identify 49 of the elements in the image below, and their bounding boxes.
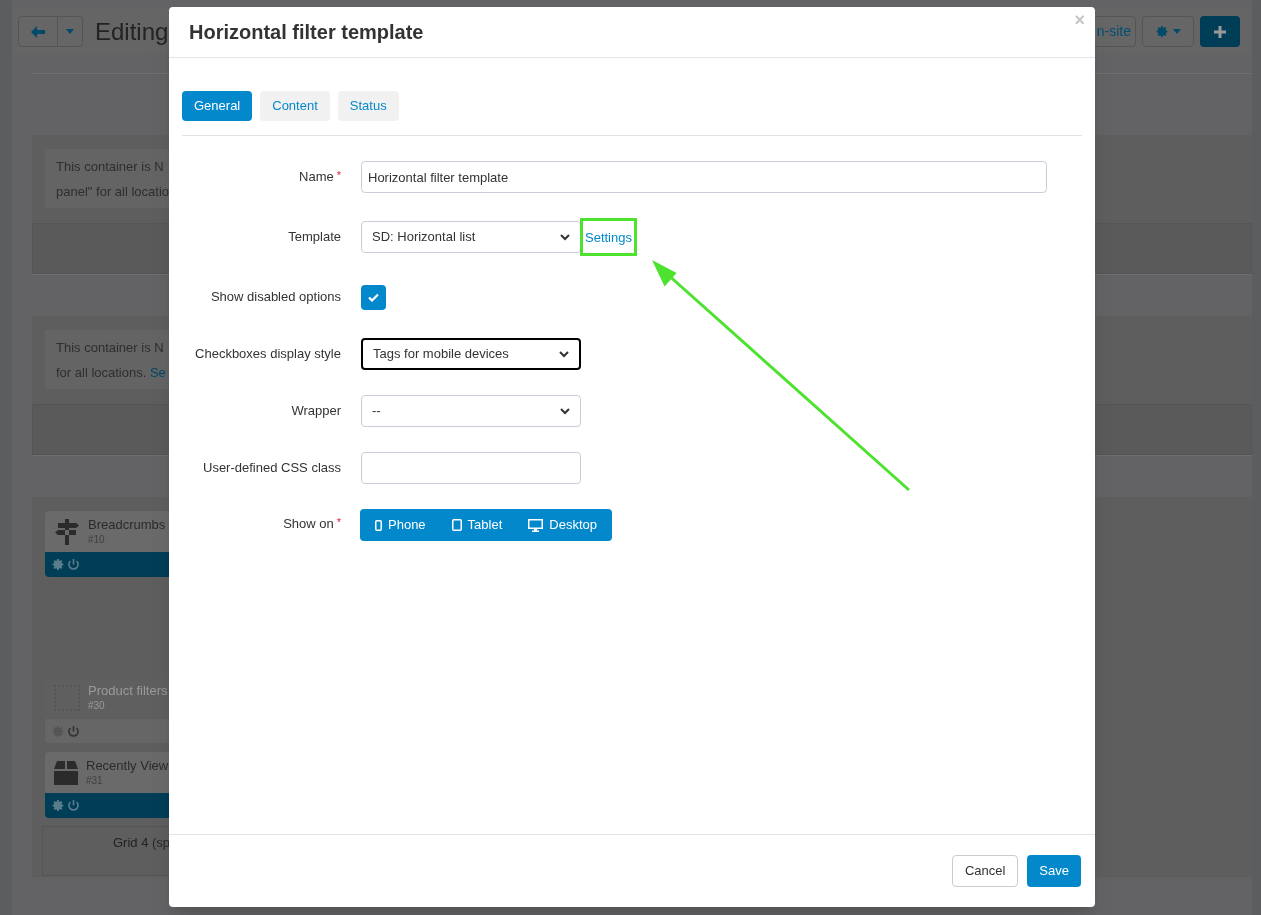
tab[interactable]: General	[182, 91, 253, 121]
plus-icon	[1214, 25, 1226, 38]
tab[interactable]: Content	[260, 91, 330, 121]
chevron-down-icon	[560, 233, 570, 241]
field-label: Wrapper	[291, 402, 341, 421]
tab[interactable]: Status	[337, 91, 399, 121]
cancel-button[interactable]: Cancel	[951, 855, 1019, 887]
phone-icon	[375, 519, 382, 531]
dropdown-button[interactable]	[58, 16, 83, 47]
monitor-icon	[528, 518, 544, 532]
device-toggle[interactable]: Desktop	[528, 515, 597, 535]
page-title: Editing	[95, 16, 169, 47]
gear-icon[interactable]	[52, 558, 65, 571]
caret-icon	[1172, 29, 1181, 34]
block-title: Product filters	[88, 682, 168, 698]
field-label: Checkboxes display style	[195, 345, 341, 364]
field-label: Name *	[299, 168, 341, 187]
settings-button[interactable]	[1142, 16, 1194, 47]
add-button[interactable]	[1200, 16, 1240, 47]
text-input[interactable]: Horizontal filter template	[361, 161, 1047, 193]
chevron-down-icon	[560, 407, 570, 415]
chevron-down-icon	[559, 350, 569, 358]
field-label: User-defined CSS class	[203, 459, 341, 478]
checkbox[interactable]	[361, 284, 386, 310]
settings-link[interactable]: Settings	[585, 230, 632, 245]
box-icon	[54, 760, 78, 785]
select-field[interactable]: --	[361, 395, 581, 427]
modal-title: Horizontal filter template	[189, 20, 424, 45]
check-icon	[368, 292, 379, 302]
gear-icon	[1155, 25, 1169, 38]
block-id: #30	[88, 698, 106, 713]
arrow-left-icon	[31, 25, 45, 38]
device-toggle[interactable]: Tablet	[451, 515, 503, 535]
save-button[interactable]: Save	[1027, 855, 1081, 887]
text-input[interactable]	[361, 452, 581, 484]
block-title: Recently View	[86, 757, 169, 773]
field-label: Show on *	[283, 515, 341, 533]
power-icon[interactable]	[67, 558, 80, 571]
gear-icon[interactable]	[52, 799, 65, 812]
caret-icon	[66, 29, 74, 34]
field-label: Show disabled options	[210, 288, 341, 307]
device-toggle[interactable]: Phone	[375, 515, 426, 535]
block-title: Breadcrumbs	[88, 516, 166, 532]
power-icon[interactable]	[67, 799, 80, 812]
field-label: Template	[288, 228, 341, 247]
tablet-icon	[451, 519, 462, 531]
back-button[interactable]	[18, 16, 58, 47]
select-field[interactable]: Tags for mobile devices	[361, 338, 581, 370]
signpost-icon	[54, 518, 80, 545]
